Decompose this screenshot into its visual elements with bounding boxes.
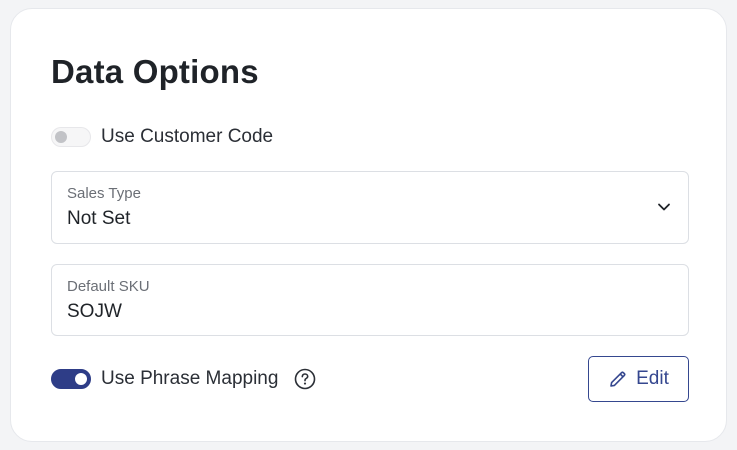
sales-type-value: Not Set	[67, 208, 131, 229]
toggle-knob	[55, 131, 67, 143]
phrase-mapping-label: Use Phrase Mapping	[101, 368, 279, 389]
default-sku-field[interactable]: Default SKU SOJW	[51, 264, 689, 336]
edit-button[interactable]: Edit	[588, 356, 689, 402]
customer-code-toggle[interactable]	[51, 127, 91, 147]
default-sku-value[interactable]: SOJW	[67, 301, 122, 323]
customer-code-label: Use Customer Code	[101, 126, 274, 147]
pencil-icon	[608, 369, 628, 389]
sales-type-select[interactable]: Sales Type Not Set	[51, 171, 689, 244]
question-circle-icon[interactable]	[294, 368, 316, 390]
data-options-card: Data Options Use Customer Code Sales Typ…	[10, 8, 727, 442]
customer-code-row: Use Customer Code	[51, 122, 273, 152]
sales-type-label: Sales Type	[67, 185, 141, 202]
phrase-mapping-toggle[interactable]	[51, 369, 91, 389]
toggle-knob	[75, 373, 87, 385]
chevron-down-icon	[658, 203, 670, 211]
default-sku-label: Default SKU	[67, 278, 150, 295]
edit-button-label: Edit	[636, 368, 669, 389]
phrase-mapping-row: Use Phrase Mapping	[51, 364, 316, 394]
page-title: Data Options	[51, 53, 259, 90]
